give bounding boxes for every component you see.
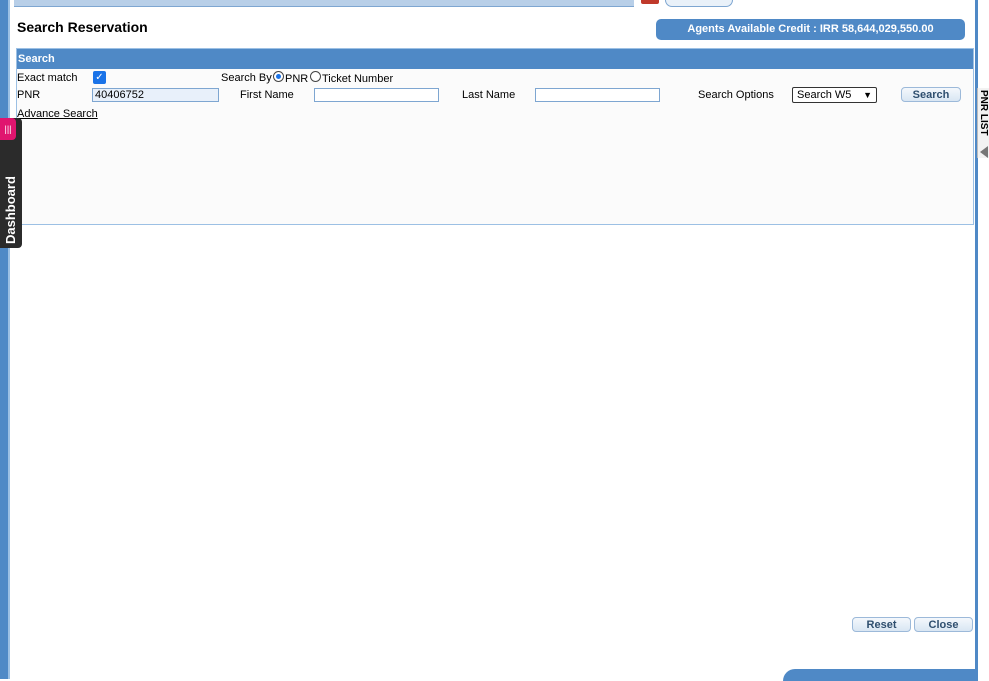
pnr-list-label[interactable]: PNR LIST [977, 90, 989, 140]
first-name-input[interactable] [314, 88, 439, 102]
search-by-ticket-radio[interactable] [310, 71, 321, 82]
dashboard-label[interactable]: Dashboard [2, 150, 20, 270]
chevron-down-icon: ▼ [863, 90, 872, 100]
pnr-label: PNR [17, 89, 41, 101]
search-options-label: Search Options [698, 89, 774, 101]
search-by-label: Search By [221, 72, 272, 84]
search-options-value: Search W5 [797, 89, 852, 101]
pdf-icon[interactable] [641, 0, 659, 4]
arrow-left-icon[interactable] [980, 146, 988, 158]
search-panel-header: Search [17, 49, 973, 69]
pnr-input[interactable] [92, 88, 219, 102]
application-window: Search Reservation Agents Available Cred… [0, 0, 989, 681]
close-button[interactable]: Close [914, 617, 973, 632]
left-border [0, 0, 8, 679]
exact-match-checkbox[interactable]: ✓ [93, 71, 106, 84]
top-tab[interactable] [665, 0, 733, 7]
search-button[interactable]: Search [901, 87, 961, 102]
bottom-tab[interactable] [783, 669, 978, 681]
advance-search-link[interactable]: Advance Search [17, 108, 98, 120]
pin-icon[interactable]: ||| [0, 118, 16, 140]
first-name-label: First Name [240, 89, 294, 101]
exact-match-label: Exact match [17, 72, 78, 84]
search-by-pnr-radio[interactable] [273, 71, 284, 82]
page-title: Search Reservation [17, 19, 148, 35]
last-name-label: Last Name [462, 89, 516, 101]
top-toolbar-strip [14, 0, 634, 7]
search-panel: Search Exact match ✓ Search By PNR Ticke… [16, 48, 974, 225]
last-name-input[interactable] [535, 88, 660, 102]
available-credit-badge: Agents Available Credit : IRR 58,644,029… [656, 19, 965, 40]
reset-button[interactable]: Reset [852, 617, 911, 632]
left-border-inner [8, 0, 10, 679]
search-by-pnr-label: PNR [285, 73, 309, 85]
search-by-ticket-label: Ticket Number [322, 73, 394, 85]
search-options-select[interactable]: Search W5 ▼ [792, 87, 877, 103]
